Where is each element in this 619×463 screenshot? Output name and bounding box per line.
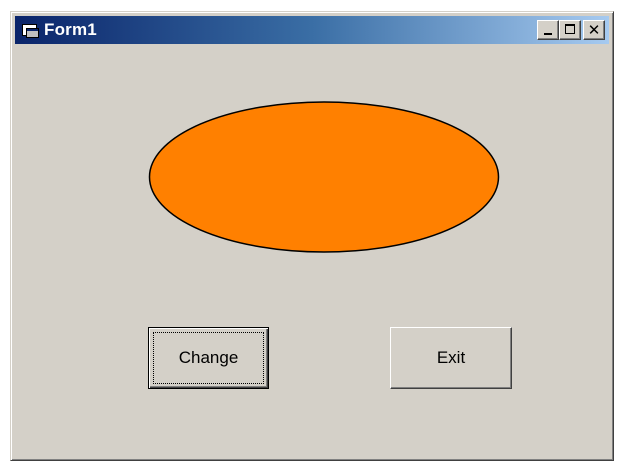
form1-window: Form1 ✕ Change Exit	[10, 11, 614, 461]
orange-ellipse-shape	[148, 101, 500, 253]
exit-button-label: Exit	[436, 348, 466, 367]
focus-rectangle	[153, 332, 264, 384]
window-title: Form1	[44, 20, 97, 39]
caption-buttons: ✕	[537, 20, 605, 40]
exit-button[interactable]: Exit	[390, 327, 512, 389]
close-icon: ✕	[587, 20, 601, 39]
title-bar[interactable]: Form1 ✕	[15, 16, 609, 44]
form-client-area: Change Exit	[15, 44, 609, 456]
close-button[interactable]: ✕	[583, 20, 605, 40]
minimize-button[interactable]	[537, 20, 559, 40]
change-button[interactable]: Change	[148, 327, 269, 389]
ellipse	[148, 101, 500, 253]
maximize-icon	[565, 24, 575, 34]
form-icon[interactable]	[21, 22, 39, 38]
maximize-button[interactable]	[559, 20, 581, 40]
minimize-icon	[544, 33, 552, 35]
